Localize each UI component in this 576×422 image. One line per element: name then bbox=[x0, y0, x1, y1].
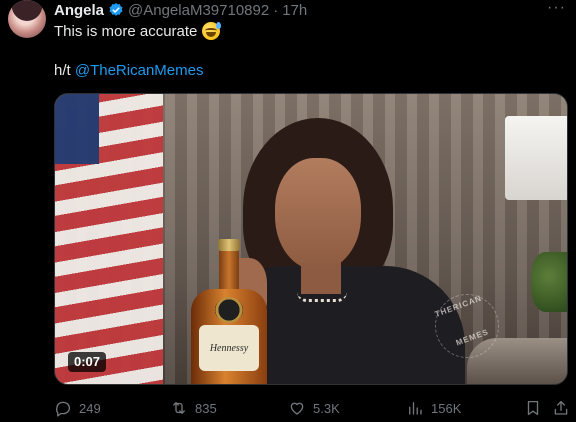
tweet: Angela @AngelaM39710892 · 17h ··· This i… bbox=[0, 0, 576, 422]
author-name[interactable]: Angela bbox=[54, 2, 104, 19]
like-button[interactable]: 5.3K bbox=[288, 398, 340, 418]
share-button[interactable] bbox=[552, 398, 570, 418]
bottle-label: Hennessy bbox=[209, 342, 249, 354]
bookmark-icon bbox=[527, 400, 539, 416]
lamp bbox=[505, 116, 567, 200]
tweet-header: Angela @AngelaM39710892 · 17h bbox=[54, 0, 307, 20]
credit-line: h/t @TheRicanMemes bbox=[54, 62, 203, 79]
heart-icon bbox=[290, 402, 304, 415]
repost-button[interactable]: 835 bbox=[170, 398, 217, 418]
views-chart-icon bbox=[409, 402, 422, 415]
views-count: 156K bbox=[431, 400, 462, 416]
american-flag bbox=[55, 94, 163, 384]
cognac-bottle: Hennessy bbox=[191, 239, 267, 384]
video-duration: 0:07 bbox=[68, 352, 107, 372]
grinning-sweat-emoji-icon bbox=[202, 22, 222, 40]
tweet-text: This is more accurate bbox=[54, 22, 222, 40]
credit-mention-link[interactable]: @TheRicanMemes bbox=[75, 62, 204, 79]
tweet-text-line: This is more accurate bbox=[54, 22, 198, 40]
share-icon bbox=[554, 400, 568, 415]
repost-icon bbox=[173, 402, 185, 414]
like-count: 5.3K bbox=[313, 400, 340, 416]
reply-icon bbox=[56, 401, 71, 417]
repost-count: 835 bbox=[195, 400, 217, 416]
plant bbox=[531, 252, 567, 312]
more-options-button[interactable]: ··· bbox=[547, 0, 566, 16]
author-handle[interactable]: @AngelaM39710892 bbox=[128, 2, 269, 19]
avatar[interactable] bbox=[8, 0, 46, 38]
reply-count: 249 bbox=[79, 400, 101, 416]
timestamp[interactable]: 17h bbox=[282, 2, 307, 19]
bookmark-button[interactable] bbox=[524, 398, 542, 418]
reply-button[interactable]: 249 bbox=[54, 398, 101, 418]
video-player[interactable]: Hennessy THERICAN MEMES 0:07 bbox=[54, 93, 568, 385]
verified-badge-icon bbox=[109, 3, 123, 16]
views-button[interactable]: 156K bbox=[406, 398, 461, 418]
separator-dot: · bbox=[273, 1, 279, 19]
action-bar: 249 835 5.3K 156K bbox=[54, 398, 572, 418]
credit-prefix: h/t bbox=[54, 62, 71, 79]
